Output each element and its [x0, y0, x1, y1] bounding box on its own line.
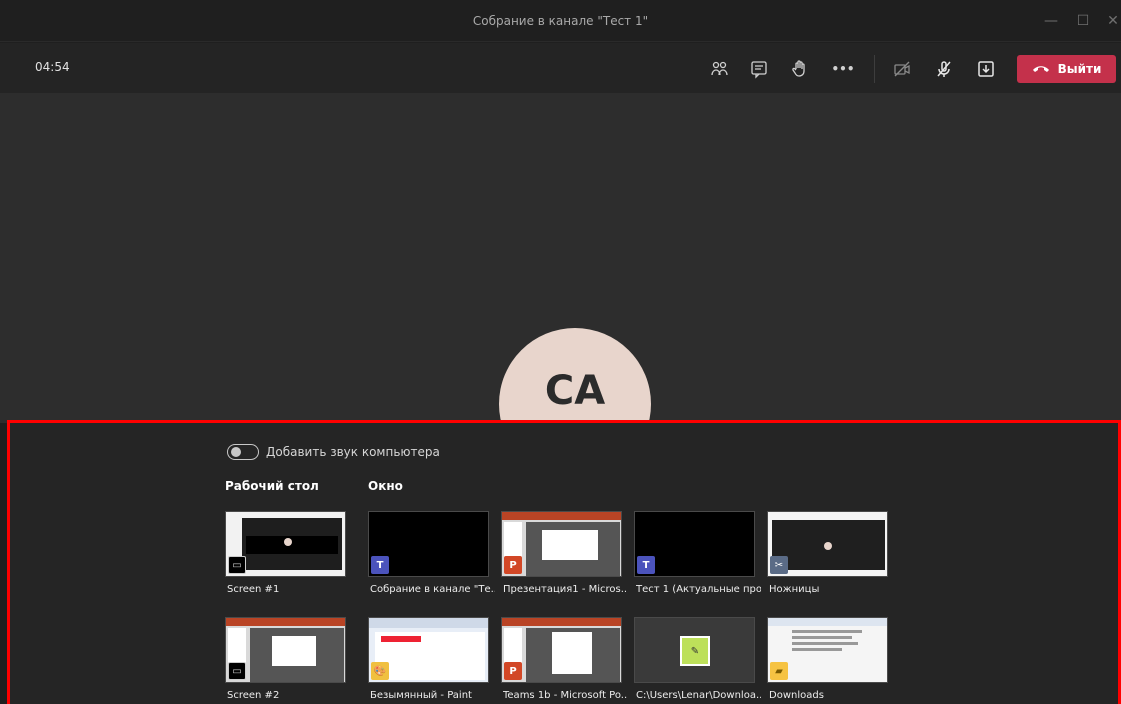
title-bar: Собрание в канале "Тест 1" — ☐ ✕ [0, 0, 1121, 42]
meeting-toolbar: 04:54 ••• [0, 43, 1121, 93]
share-option-label: Downloads [769, 690, 824, 701]
include-audio-label: Добавить звук компьютера [266, 445, 440, 459]
share-option-label: Тест 1 (Актуальные про... [636, 584, 761, 595]
share-option-label: Презентация1 - Micros... [503, 584, 628, 595]
share-option-screen-1[interactable]: ▭ [225, 511, 346, 577]
share-option-label: Screen #2 [227, 690, 280, 701]
minimize-button[interactable]: — [1040, 10, 1062, 32]
share-option-downloads-path[interactable]: ✎ [634, 617, 755, 683]
maximize-button[interactable]: ☐ [1072, 10, 1094, 32]
share-option-presentation1[interactable]: P [501, 511, 622, 577]
paint-icon: 🎨 [371, 662, 389, 680]
share-option-paint[interactable]: 🎨 [368, 617, 489, 683]
share-tray-icon[interactable] [972, 55, 1000, 83]
scissors-icon: ✂ [770, 556, 788, 574]
share-option-meeting-window[interactable]: T [368, 511, 489, 577]
window-section-title: Окно [368, 479, 403, 493]
participants-icon[interactable] [705, 55, 733, 83]
share-option-teams-1b[interactable]: P [501, 617, 622, 683]
leave-button[interactable]: Выйти [1017, 55, 1116, 83]
share-option-snipping-tool[interactable]: ✂ [767, 511, 888, 577]
notepad-icon: ✎ [680, 636, 710, 666]
share-option-test1-window[interactable]: T [634, 511, 755, 577]
powerpoint-icon: P [504, 556, 522, 574]
share-option-label: Screen #1 [227, 584, 280, 595]
share-content-panel: Добавить звук компьютера Рабочий стол Ок… [7, 420, 1121, 704]
toggle-knob [231, 447, 241, 457]
chat-icon[interactable] [745, 55, 773, 83]
monitor-icon: ▭ [228, 662, 246, 680]
folder-icon: ▰ [770, 662, 788, 680]
monitor-icon: ▭ [228, 556, 246, 574]
share-option-label: Безымянный - Paint [370, 690, 472, 701]
teams-icon: T [637, 556, 655, 574]
toolbar-divider [874, 55, 875, 83]
window-title: Собрание в канале "Тест 1" [472, 14, 649, 28]
share-option-label: Собрание в канале "Те... [370, 584, 495, 595]
desktop-section-title: Рабочий стол [225, 479, 319, 493]
leave-label: Выйти [1057, 62, 1102, 76]
teams-icon: T [371, 556, 389, 574]
share-option-label: C:\Users\Lenar\Downloa... [636, 690, 761, 701]
camera-off-icon[interactable] [888, 55, 916, 83]
share-option-screen-2[interactable]: ▭ [225, 617, 346, 683]
share-option-label: Teams 1b - Microsoft Po... [503, 690, 628, 701]
meeting-timer: 04:54 [35, 60, 70, 74]
include-audio-toggle[interactable] [227, 444, 259, 460]
raise-hand-icon[interactable] [786, 55, 814, 83]
share-option-label: Ножницы [769, 584, 820, 595]
mic-off-icon[interactable] [930, 55, 958, 83]
phone-hangup-icon [1032, 66, 1049, 72]
close-button[interactable]: ✕ [1102, 10, 1121, 32]
powerpoint-icon: P [504, 662, 522, 680]
more-options-icon[interactable]: ••• [829, 55, 857, 83]
share-option-downloads-folder[interactable]: ▰ [767, 617, 888, 683]
